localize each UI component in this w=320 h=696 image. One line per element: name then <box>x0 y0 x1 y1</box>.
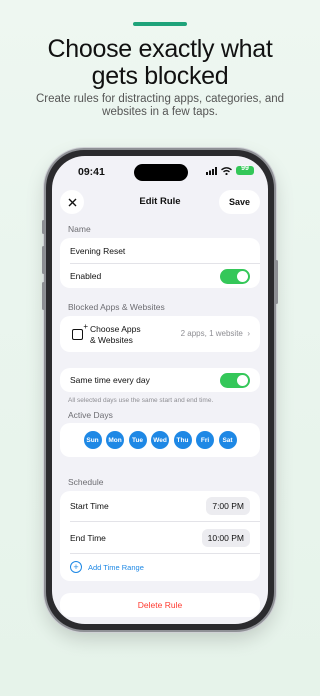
day-picker: Sun Mon Tue Wed Thu Fri Sat <box>60 431 260 449</box>
blocked-summary: 2 apps, 1 website › <box>181 329 250 338</box>
same-time-note: All selected days use the same start and… <box>68 397 214 404</box>
dynamic-island <box>134 164 188 181</box>
delete-rule-button[interactable]: Delete Rule <box>60 593 260 617</box>
same-time-card: Same time every day <box>60 368 260 392</box>
day-sun[interactable]: Sun <box>83 431 102 449</box>
choose-apps-label-line1: Choose Apps <box>90 324 141 334</box>
day-tue[interactable]: Tue <box>128 431 147 449</box>
choose-apps-label-line2: & Websites <box>90 335 133 345</box>
divider <box>70 521 260 522</box>
day-thu[interactable]: Thu <box>173 431 192 449</box>
section-label-active-days: Active Days <box>68 410 113 420</box>
enabled-toggle[interactable] <box>220 269 250 284</box>
start-time-picker[interactable]: 7:00 PM <box>206 497 250 515</box>
day-sat[interactable]: Sat <box>218 431 237 449</box>
nav-bar: Edit Rule Save <box>52 188 268 216</box>
wifi-icon <box>221 166 232 175</box>
section-label-blocked: Blocked Apps & Websites <box>68 302 165 312</box>
add-time-range-label: Add Time Range <box>88 562 144 572</box>
phone-frame: 09:41 99 Edit Rule Save Name Evening Res… <box>42 150 278 630</box>
signal-icon <box>206 166 217 175</box>
accent-bar <box>133 22 187 26</box>
plus-circle-icon: + <box>70 561 82 573</box>
promo-subline: Create rules for distracting apps, categ… <box>35 93 285 118</box>
volume-up-button <box>42 246 45 274</box>
promo-headline: Choose exactly what gets blocked <box>0 36 320 90</box>
blocked-summary-text: 2 apps, 1 website <box>180 329 243 338</box>
status-icons: 99 <box>206 165 254 175</box>
rule-name-field[interactable]: Evening Reset <box>70 246 250 256</box>
save-button[interactable]: Save <box>218 190 260 214</box>
chevron-right-icon: › <box>245 329 250 338</box>
promo-headline-line1: Choose exactly what <box>47 35 273 63</box>
volume-down-button <box>42 282 45 310</box>
promo-headline-line2: gets blocked <box>91 62 229 90</box>
divider <box>70 263 260 264</box>
phone-screen: 09:41 99 Edit Rule Save Name Evening Res… <box>52 156 268 624</box>
battery-level: 99 <box>241 165 249 172</box>
name-card: Evening Reset Enabled <box>60 238 260 288</box>
status-time: 09:41 <box>78 166 105 178</box>
choose-apps-label: Choose Apps & Websites <box>90 324 141 346</box>
schedule-card: Start Time 7:00 PM End Time 10:00 PM + A… <box>60 491 260 581</box>
day-wed[interactable]: Wed <box>151 431 169 449</box>
battery-icon: 99 <box>236 165 254 175</box>
end-time-picker[interactable]: 10:00 PM <box>201 529 250 547</box>
add-time-range-button[interactable]: + Add Time Range <box>70 561 144 573</box>
divider <box>70 553 260 554</box>
day-mon[interactable]: Mon <box>106 431 124 449</box>
day-fri[interactable]: Fri <box>196 431 214 449</box>
same-time-toggle[interactable] <box>220 372 250 388</box>
power-button <box>275 260 278 304</box>
choose-apps-row[interactable]: Choose Apps & Websites 2 apps, 1 website… <box>60 316 260 352</box>
active-days-card: Sun Mon Tue Wed Thu Fri Sat <box>60 423 260 457</box>
app-add-icon <box>72 322 88 340</box>
section-label-schedule: Schedule <box>68 477 104 487</box>
action-button <box>42 220 45 234</box>
section-label-name: Name <box>68 224 91 234</box>
